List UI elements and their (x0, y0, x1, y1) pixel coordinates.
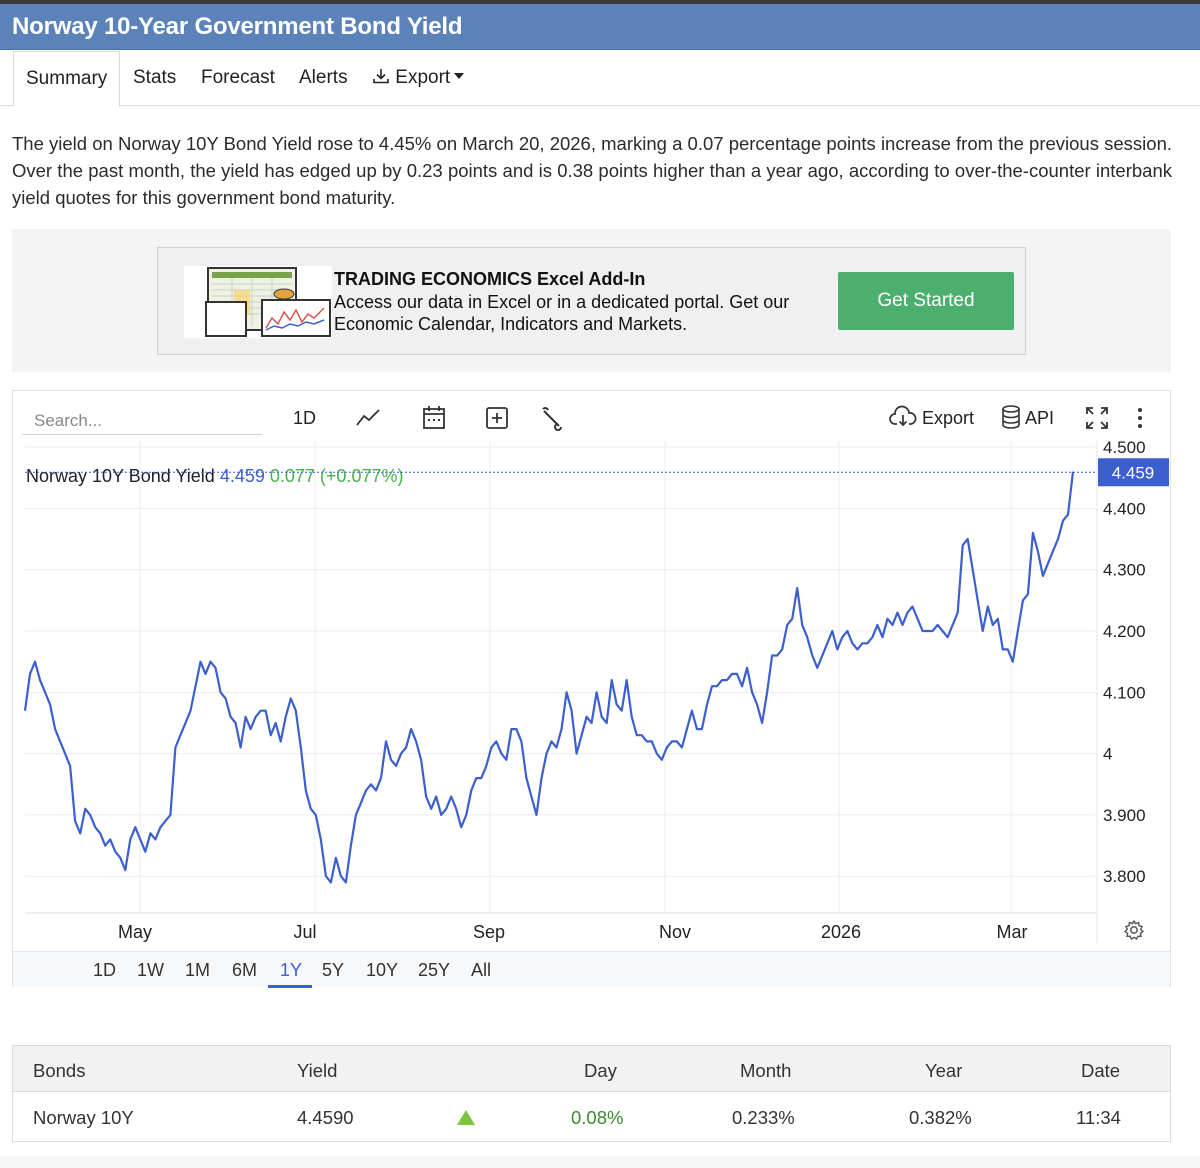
range-5y[interactable]: 5Y (322, 960, 344, 981)
header-year: Year (925, 1060, 963, 1081)
header-date: Date (1081, 1060, 1121, 1081)
y-tick-label: 3.900 (1103, 806, 1146, 825)
tab-export-label: Export (395, 67, 451, 88)
excel-addin-ad[interactable]: TRADING ECONOMICS Excel Add-In Access ou… (157, 247, 1026, 355)
x-tick-label: May (118, 922, 152, 942)
x-tick-label: Jul (293, 922, 316, 942)
x-tick-label: Mar (997, 922, 1028, 942)
title-bar: Norway 10-Year Government Bond Yield (0, 4, 1200, 50)
tab-stats-label: Stats (133, 67, 177, 88)
get-started-button[interactable]: Get Started (838, 272, 1014, 330)
range-6m[interactable]: 6M (232, 960, 257, 981)
bottom-strip (0, 1156, 1200, 1168)
y-tick-label: 3.800 (1103, 867, 1146, 886)
y-tick-label: 4.100 (1103, 683, 1146, 702)
y-tick-label: 4 (1103, 745, 1112, 764)
chart-card: 1D Export API Norway 10Y Bond Yield 4.45… (12, 390, 1171, 988)
summary-text: The yield on Norway 10Y Bond Yield rose … (12, 133, 1172, 208)
last-value-label: 4.459 (1112, 463, 1155, 482)
y-tick-label: 4.400 (1103, 499, 1146, 518)
table-header: Bonds Yield Day Month Year Date (13, 1046, 1170, 1092)
range-all[interactable]: All (471, 960, 491, 981)
page-title: Norway 10-Year Government Bond Yield (12, 13, 463, 40)
active-range-underline (268, 985, 312, 988)
range-10y[interactable]: 10Y (366, 960, 398, 981)
y-tick-label: 4.500 (1103, 438, 1146, 457)
range-1y[interactable]: 1Y (280, 960, 302, 981)
tab-stats[interactable]: Stats (121, 51, 188, 106)
ad-title: TRADING ECONOMICS Excel Add-In (334, 269, 646, 289)
row-day: 0.08% (571, 1107, 624, 1128)
row-year: 0.382% (909, 1107, 972, 1128)
range-1m[interactable]: 1M (185, 960, 210, 981)
tab-alerts-label: Alerts (299, 67, 348, 88)
up-arrow-icon (457, 1110, 475, 1125)
tab-summary[interactable]: Summary (13, 51, 121, 107)
row-yield: 4.4590 (297, 1107, 354, 1128)
row-month: 0.233% (732, 1107, 795, 1128)
range-1d[interactable]: 1D (93, 960, 116, 981)
tab-forecast[interactable]: Forecast (189, 51, 287, 106)
yield-line-chart[interactable]: 4.500 4.400 4.300 4.200 4.100 4 3.900 3.800 May J… (13, 391, 1170, 951)
ad-banner-area: TRADING ECONOMICS Excel Add-In Access ou… (12, 229, 1171, 372)
ad-text: Access our data in Excel or in a dedicat… (334, 292, 790, 334)
range-1w[interactable]: 1W (137, 960, 164, 981)
tab-export[interactable]: Export (360, 51, 476, 106)
x-tick-label: Sep (473, 922, 505, 942)
download-icon (373, 68, 389, 84)
bonds-table: Bonds Yield Day Month Year Date Norway 1… (12, 1045, 1171, 1142)
gear-icon[interactable] (1123, 919, 1145, 941)
row-bond-link[interactable]: Norway 10Y (33, 1107, 134, 1129)
tab-bar: Summary Stats Forecast Alerts Export (0, 51, 1200, 107)
x-tick-label: Nov (659, 922, 691, 942)
range-selector: 1D 1W 1M 6M 1Y 5Y 10Y 25Y All (13, 951, 1170, 988)
header-bonds: Bonds (33, 1060, 86, 1081)
y-tick-label: 4.300 (1103, 561, 1146, 580)
header-day: Day (584, 1060, 617, 1081)
range-25y[interactable]: 25Y (418, 960, 450, 981)
header-month: Month (740, 1060, 792, 1081)
tab-alerts[interactable]: Alerts (287, 51, 360, 106)
x-tick-label: 2026 (821, 922, 861, 942)
excel-screenshot-image (184, 266, 332, 338)
header-yield: Yield (297, 1060, 338, 1081)
row-date: 11:34 (1076, 1107, 1121, 1128)
chevron-down-icon (454, 72, 465, 79)
tab-forecast-label: Forecast (201, 67, 275, 88)
tab-summary-label: Summary (26, 68, 108, 89)
series-line[interactable] (23, 471, 1075, 884)
y-tick-label: 4.200 (1103, 622, 1146, 641)
